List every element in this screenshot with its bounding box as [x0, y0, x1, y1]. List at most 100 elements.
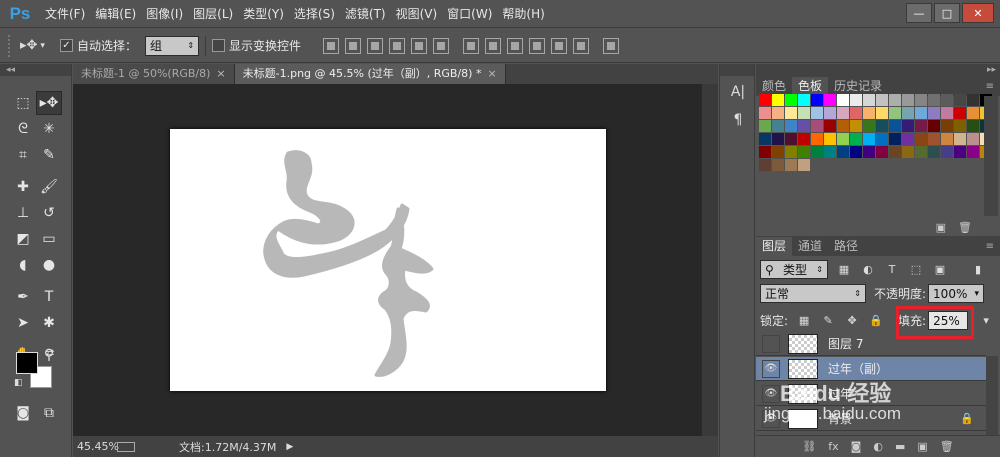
magic-wand-icon[interactable]: ✳ — [36, 117, 62, 141]
color-swatch[interactable] — [759, 107, 771, 119]
layers-scrollbar[interactable] — [986, 356, 998, 436]
color-swatch[interactable] — [798, 120, 810, 132]
color-swatch[interactable] — [785, 159, 797, 171]
color-swatch[interactable] — [902, 107, 914, 119]
zoom-level[interactable]: 45.45% — [73, 440, 119, 453]
swatches-scrollbar[interactable] — [984, 96, 998, 216]
menu-layer[interactable]: 图层(L) — [188, 0, 238, 28]
chevron-down-icon[interactable]: ▾ — [978, 313, 994, 329]
color-swatch[interactable] — [954, 133, 966, 145]
lock-position-icon[interactable]: ✥ — [844, 313, 860, 329]
new-group-icon[interactable]: ▬ — [895, 440, 905, 453]
layer-kind-filter[interactable]: ⚲ 类型 ⇕ — [760, 260, 828, 279]
color-swatch[interactable] — [850, 146, 862, 158]
color-swatch[interactable] — [772, 107, 784, 119]
history-brush-icon[interactable]: ↺ — [36, 201, 62, 225]
rightpanel-collapse[interactable]: ▸▸ — [756, 64, 1000, 76]
color-swatch[interactable] — [785, 146, 797, 158]
link-layers-icon[interactable]: ⛓ — [802, 440, 816, 453]
distribute-left-icon[interactable] — [529, 37, 546, 54]
color-swatch[interactable] — [941, 133, 953, 145]
lasso-tool-icon[interactable]: ᘓ — [10, 117, 36, 141]
show-transform-checkbox[interactable] — [212, 39, 226, 52]
tab-paths[interactable]: 路径 — [828, 237, 865, 256]
color-swatch[interactable] — [954, 120, 966, 132]
color-swatch[interactable] — [967, 94, 979, 106]
document-canvas[interactable] — [170, 129, 606, 391]
color-swatch[interactable] — [967, 120, 979, 132]
distribute-hcenter-icon[interactable] — [551, 37, 568, 54]
minimize-button[interactable]: — — [906, 3, 932, 23]
color-swatch[interactable] — [941, 146, 953, 158]
move-tool-icon[interactable]: ▸✥ — [36, 91, 62, 115]
distribute-vcenter-icon[interactable] — [485, 37, 502, 54]
color-swatch[interactable] — [824, 120, 836, 132]
doc-tab-1[interactable]: 未标题-1 @ 50%(RGB/8) × — [73, 64, 235, 84]
gradient-icon[interactable]: ▭ — [36, 227, 62, 251]
color-swatch[interactable] — [824, 133, 836, 145]
color-swatch[interactable] — [889, 146, 901, 158]
new-layer-icon[interactable]: ▣ — [917, 440, 927, 453]
menu-type[interactable]: 类型(Y) — [238, 0, 289, 28]
color-swatch[interactable] — [837, 107, 849, 119]
color-swatch[interactable] — [967, 107, 979, 119]
color-swatch[interactable] — [902, 94, 914, 106]
color-swatch[interactable] — [850, 107, 862, 119]
color-swatch[interactable] — [759, 146, 771, 158]
color-swatch[interactable] — [798, 146, 810, 158]
color-swatch[interactable] — [824, 107, 836, 119]
align-hcenter-icon[interactable] — [411, 37, 428, 54]
color-swatch[interactable] — [915, 133, 927, 145]
character-panel-icon[interactable]: A| — [725, 80, 751, 104]
eye-icon[interactable]: 👁 — [762, 409, 780, 428]
color-swatch[interactable] — [811, 94, 823, 106]
screen-mode-icon[interactable]: ⧉ — [36, 401, 62, 425]
lock-transparent-icon[interactable]: ▦ — [796, 313, 812, 329]
color-swatch[interactable] — [876, 120, 888, 132]
color-swatch[interactable] — [863, 146, 875, 158]
canvas-area[interactable] — [73, 84, 701, 436]
color-swatch[interactable] — [863, 120, 875, 132]
auto-align-icon[interactable] — [603, 37, 620, 54]
color-swatch[interactable] — [837, 146, 849, 158]
color-swatch[interactable] — [902, 133, 914, 145]
auto-select-checkbox[interactable]: ✓ — [60, 39, 73, 52]
menu-image[interactable]: 图像(I) — [141, 0, 188, 28]
layer-row-background[interactable]: 👁 背景 🔒 — [756, 407, 986, 431]
color-swatch[interactable] — [863, 94, 875, 106]
color-swatch[interactable] — [798, 133, 810, 145]
color-swatch[interactable] — [928, 120, 940, 132]
menu-filter[interactable]: 滤镜(T) — [340, 0, 391, 28]
color-swatch[interactable] — [876, 94, 888, 106]
doc-tab-2[interactable]: 未标题-1.png @ 45.5% (过年（副）, RGB/8) * × — [234, 64, 506, 84]
color-swatch[interactable] — [850, 94, 862, 106]
color-swatch[interactable] — [785, 107, 797, 119]
color-swatch[interactable] — [837, 120, 849, 132]
color-swatch[interactable] — [811, 133, 823, 145]
color-swatch[interactable] — [889, 133, 901, 145]
color-swatch[interactable] — [902, 120, 914, 132]
shape-tool-icon[interactable]: ✱ — [36, 311, 62, 335]
marquee-tool-icon[interactable]: ⬚ — [10, 91, 36, 115]
color-swatch[interactable] — [785, 94, 797, 106]
color-swatch[interactable] — [824, 94, 836, 106]
close-button[interactable]: ✕ — [962, 3, 994, 23]
color-swatch[interactable] — [915, 94, 927, 106]
close-icon[interactable]: × — [216, 67, 225, 80]
color-swatch[interactable] — [772, 120, 784, 132]
color-swatch[interactable] — [876, 107, 888, 119]
lock-pixels-icon[interactable]: ✎ — [820, 313, 836, 329]
filter-adjust-icon[interactable]: ◐ — [860, 262, 876, 278]
type-tool-icon[interactable]: T — [36, 285, 62, 309]
foreground-color-swatch[interactable] — [16, 352, 38, 374]
layers-menu-icon[interactable]: ≡ — [986, 237, 1000, 256]
canvas-vertical-scrollbar[interactable] — [701, 84, 718, 436]
color-swatch[interactable] — [798, 107, 810, 119]
options-grip[interactable] — [8, 34, 12, 57]
color-swatch[interactable] — [902, 146, 914, 158]
color-swatch[interactable] — [915, 146, 927, 158]
color-swatch[interactable] — [941, 107, 953, 119]
eyedropper-icon[interactable]: ✎ — [36, 143, 62, 167]
tab-layers[interactable]: 图层 — [756, 237, 793, 256]
menu-view[interactable]: 视图(V) — [391, 0, 443, 28]
